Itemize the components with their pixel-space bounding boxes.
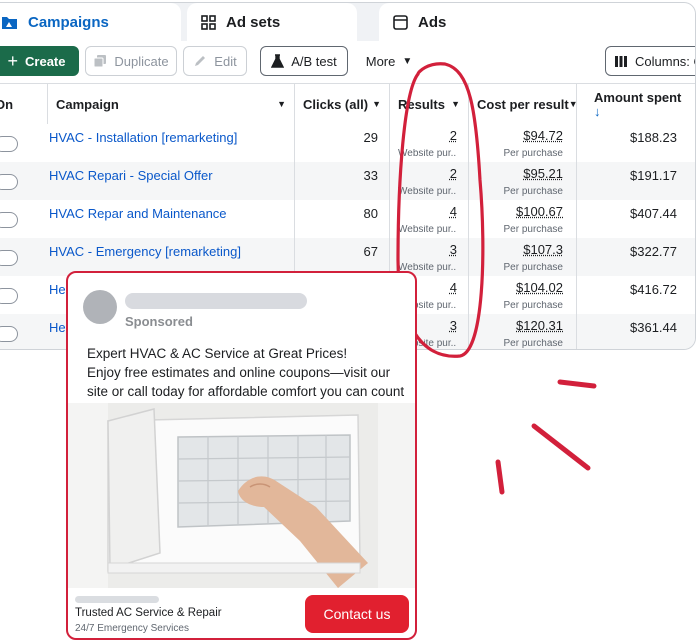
ac-cleaning-illustration [68, 403, 415, 588]
ad-headline: Trusted AC Service & Repair [75, 607, 222, 619]
ad-image [68, 403, 415, 588]
ad-preview-card[interactable]: Sponsored Expert HVAC & AC Service at Gr… [66, 271, 417, 640]
contact-us-button[interactable]: Contact us [305, 595, 409, 633]
page-name-placeholder [125, 293, 307, 309]
link-placeholder [75, 596, 159, 603]
spark-line-annotation [531, 423, 591, 471]
ad-description: 24/7 Emergency Services [75, 623, 189, 634]
spark-line-annotation [557, 379, 597, 389]
ad-copy-line: Expert HVAC & AC Service at Great Prices… [87, 346, 348, 361]
sponsored-label: Sponsored [125, 314, 193, 329]
spark-line-annotation [495, 459, 505, 495]
avatar [83, 290, 117, 324]
